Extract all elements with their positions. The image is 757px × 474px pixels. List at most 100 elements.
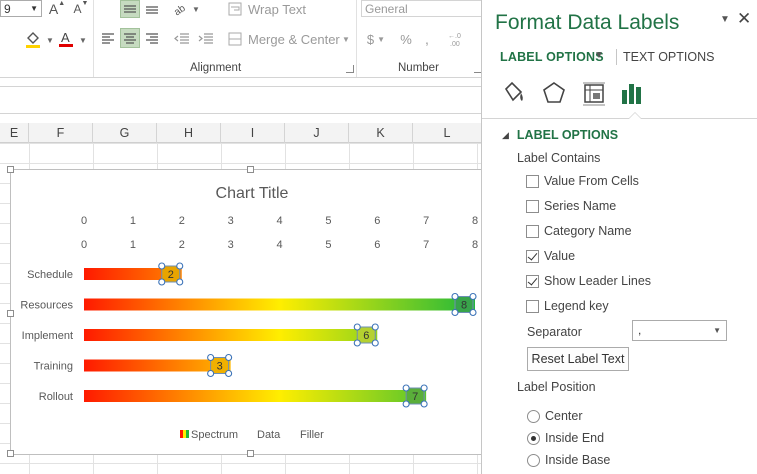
legend-swatch	[186, 430, 189, 438]
wrap-text-icon	[228, 2, 242, 16]
selection-handle	[176, 262, 184, 270]
x-tick-label-secondary: 0	[81, 239, 87, 251]
currency-button[interactable]: $ ▼	[364, 29, 388, 49]
checkbox-category-name[interactable]: Category Name	[526, 224, 632, 238]
x-tick-label-top: 5	[325, 215, 331, 227]
selection-handle	[402, 400, 410, 408]
size-properties-icon[interactable]	[580, 80, 608, 106]
align-left-button[interactable]	[98, 28, 118, 48]
selection-handle	[451, 308, 459, 317]
decrease-indent-button[interactable]	[172, 28, 192, 48]
checkbox-show-leader-lines[interactable]: Show Leader Lines	[526, 274, 651, 288]
reset-label-text-button[interactable]: Reset Label Text	[527, 347, 629, 371]
column-header-g[interactable]: G	[93, 123, 157, 143]
number-format-select[interactable]: General	[361, 0, 482, 17]
align-right-button[interactable]	[142, 28, 162, 48]
x-tick-label-top: 6	[374, 215, 380, 227]
fill-line-icon[interactable]	[499, 80, 527, 106]
formula-bar[interactable]	[0, 86, 482, 114]
legend-entry: Data	[257, 429, 281, 441]
data-label: 8	[461, 300, 467, 312]
merge-cells-icon	[228, 32, 242, 46]
legend-swatch	[180, 430, 183, 438]
x-tick-label-secondary: 5	[325, 239, 331, 251]
radio-inside-end[interactable]: Inside End	[527, 431, 604, 445]
x-tick-label-secondary: 2	[179, 239, 185, 251]
increase-decimal-icon: ←.0.00	[448, 33, 461, 47]
radio-button[interactable]	[527, 409, 540, 423]
chart-area[interactable]: Chart Title 0 1 2 3 4 5 6 7 8 0 1 2 3 4 5 6 7 8 Schedule 2 Re…	[7, 166, 489, 457]
close-icon[interactable]: ✕	[737, 9, 751, 29]
column-header-e[interactable]: E	[0, 123, 29, 143]
selection-handle	[158, 278, 166, 286]
checkbox[interactable]	[526, 249, 539, 263]
selection-handle	[469, 292, 477, 301]
checkbox[interactable]	[526, 274, 539, 288]
chart-resize-handle[interactable]	[247, 166, 254, 173]
comma-style-button[interactable]: ,	[420, 29, 434, 49]
orientation-button[interactable]: ab ▼	[172, 0, 200, 18]
checkbox[interactable]	[526, 174, 539, 188]
label-options-chart-icon[interactable]	[619, 80, 647, 106]
radio-center[interactable]: Center	[527, 409, 583, 423]
selection-handle	[469, 308, 477, 317]
tab-text-options[interactable]: TEXT OPTIONS	[623, 50, 714, 64]
checkbox[interactable]	[526, 299, 539, 313]
shrink-font-button[interactable]: A ▼	[72, 0, 90, 17]
chart-resize-handle[interactable]	[7, 450, 14, 457]
column-header-h[interactable]: H	[157, 123, 221, 143]
x-tick-label-top: 2	[179, 215, 185, 227]
checkbox[interactable]	[526, 199, 539, 213]
increase-indent-button[interactable]	[196, 28, 216, 48]
checkbox[interactable]	[526, 224, 539, 238]
chevron-down-icon[interactable]: ▼	[720, 14, 730, 25]
column-header-l[interactable]: L	[413, 123, 482, 143]
wrap-text-button[interactable]: Wrap Text	[228, 0, 338, 18]
font-size-box[interactable]: 9 ▼	[0, 0, 42, 17]
bar	[84, 390, 427, 402]
chart-resize-handle[interactable]	[7, 310, 14, 317]
collapse-triangle-icon: ◢	[502, 129, 509, 140]
align-center-button[interactable]	[120, 28, 140, 48]
svg-text:ab: ab	[172, 3, 188, 16]
radio-inside-base[interactable]: Inside Base	[527, 453, 610, 467]
effects-pentagon-icon[interactable]	[540, 80, 568, 106]
column-header-i[interactable]: I	[221, 123, 285, 143]
bar-chart[interactable]: Chart Title 0 1 2 3 4 5 6 7 8 0 1 2 3 4 5 6 7 8 Schedule 2 Re…	[11, 170, 489, 456]
label-options-section-header[interactable]: ◢ LABEL OPTIONS	[502, 128, 618, 142]
x-tick-label-top: 7	[423, 215, 429, 227]
align-top-middle-button[interactable]	[120, 0, 140, 18]
checkbox-value-from-cells[interactable]: Value From Cells	[526, 174, 639, 188]
merge-center-button[interactable]: Merge & Center ▼	[228, 29, 350, 49]
chevron-down-icon[interactable]: ▼	[594, 50, 604, 61]
separator-label: Separator	[527, 325, 582, 339]
checkbox-value[interactable]: Value	[526, 249, 575, 263]
chart-resize-handle[interactable]	[7, 166, 14, 173]
column-headers: EFGHIJKL	[0, 123, 482, 143]
align-right-icon	[146, 33, 158, 44]
tab-label-options[interactable]: LABEL OPTIONS	[500, 50, 604, 64]
percent-button[interactable]: %	[396, 29, 416, 49]
increase-decimal-button[interactable]: ←.0.00	[446, 29, 470, 49]
selection-handle	[420, 384, 428, 392]
column-header-j[interactable]: J	[285, 123, 349, 143]
font-color-button[interactable]: A	[56, 29, 76, 49]
group-label-alignment: Alignment	[190, 62, 242, 74]
radio-button[interactable]	[527, 453, 540, 467]
chevron-down-icon[interactable]: ▼	[46, 36, 54, 45]
column-header-f[interactable]: F	[29, 123, 93, 143]
radio-button[interactable]	[527, 431, 540, 445]
grow-font-button[interactable]: A ▲	[48, 0, 66, 17]
alignment-dialog-launcher[interactable]	[346, 65, 354, 73]
category-label: Schedule	[27, 269, 73, 281]
checkbox-legend-key[interactable]: Legend key	[526, 299, 609, 313]
fill-color-button[interactable]	[22, 29, 44, 49]
chart-resize-handle[interactable]	[247, 450, 254, 457]
x-tick-label-secondary: 4	[276, 239, 282, 251]
align-bottom-button[interactable]	[142, 0, 162, 18]
column-header-k[interactable]: K	[349, 123, 413, 143]
separator-select[interactable]: , ▼	[632, 320, 727, 341]
chevron-down-icon[interactable]: ▼	[79, 36, 87, 45]
pane-title: Format Data Labels	[495, 11, 680, 34]
checkbox-series-name[interactable]: Series Name	[526, 199, 616, 213]
